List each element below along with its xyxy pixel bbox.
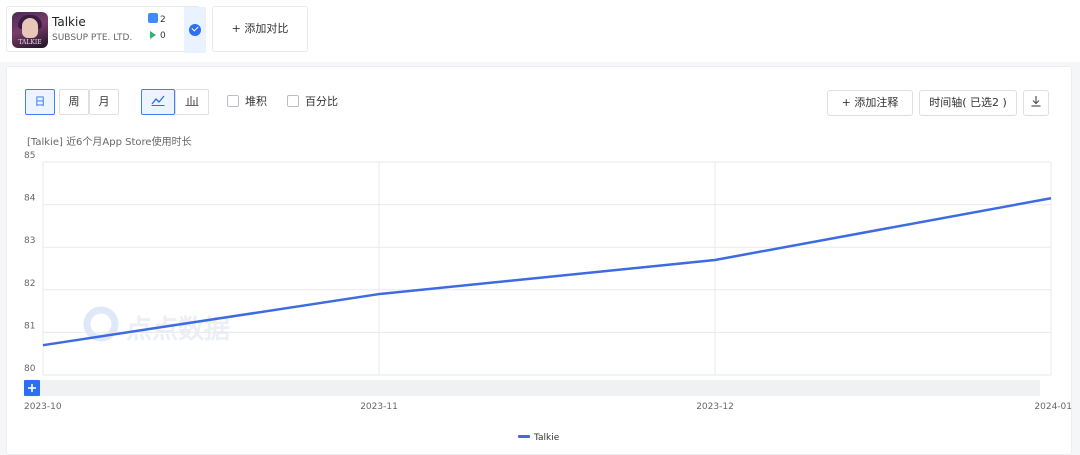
y-tick-label: 80 <box>24 364 36 374</box>
y-tick-label: 83 <box>24 236 35 246</box>
x-tick-label: 2023-10 <box>24 402 62 412</box>
line-chart: 点点数据 808182838485 2023-10 2023-11 2023-12 2… <box>24 151 1072 412</box>
timeline-slider[interactable] <box>24 380 1040 396</box>
x-tick-label: 2024-01 <box>1034 402 1072 412</box>
x-tick-label: 2023-11 <box>360 402 398 412</box>
x-tick-label: 2023-12 <box>696 402 734 412</box>
y-tick-label: 84 <box>24 194 36 204</box>
series-line-talkie[interactable] <box>42 196 1052 347</box>
y-tick-label: 85 <box>24 151 35 161</box>
y-tick-label: 82 <box>24 279 35 289</box>
y-tick-label: 81 <box>24 321 35 331</box>
